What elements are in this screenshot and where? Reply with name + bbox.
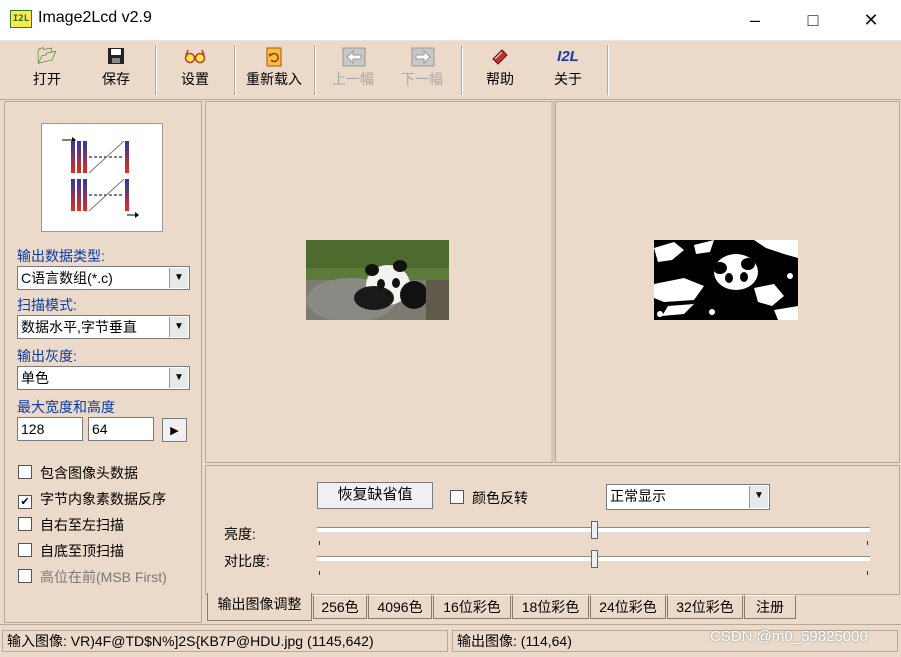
gray-level-value: 单色 (21, 370, 49, 386)
brightness-slider-thumb[interactable] (590, 521, 598, 539)
app-icon: I2L (10, 10, 32, 28)
gray-level-select[interactable]: 单色 ▼ (17, 366, 190, 390)
max-size-label: 最大宽度和高度 (17, 399, 115, 415)
output-type-select[interactable]: C语言数组(*.c) ▼ (17, 266, 190, 290)
tab-output-adjust[interactable]: 输出图像调整 (207, 593, 312, 621)
slider-tick (319, 571, 320, 575)
checkbox-box[interactable] (18, 465, 32, 479)
minimize-button[interactable]: – (726, 0, 784, 40)
tab-256-color[interactable]: 256色 (313, 595, 367, 619)
contrast-label: 对比度: (224, 553, 270, 569)
open-button[interactable]: 📂︎ 打开 (17, 45, 77, 97)
chevron-down-icon[interactable]: ▼ (169, 268, 188, 288)
checkbox-box[interactable] (18, 543, 32, 557)
about-logo-icon: I2L (557, 48, 579, 65)
reload-icon (263, 47, 285, 67)
help-book-icon (489, 47, 511, 67)
right-to-left-label: 自右至左扫描 (40, 517, 124, 533)
reverse-bits-label: 字节内象素数据反序 (40, 491, 166, 507)
right-arrow-icon (411, 47, 435, 67)
msb-first-label: 高位在前(MSB First) (40, 569, 167, 585)
help-button[interactable]: 帮助 (470, 45, 530, 97)
tab-24bit-color[interactable]: 24位彩色 (590, 595, 666, 619)
output-type-label: 输出数据类型: (17, 248, 105, 264)
save-button[interactable]: 保存 (86, 45, 146, 97)
invert-color-checkbox[interactable]: 颜色反转 (450, 488, 528, 508)
brightness-label: 亮度: (224, 526, 256, 542)
tab-4096-color[interactable]: 4096色 (368, 595, 432, 619)
tab-register[interactable]: 注册 (744, 595, 796, 619)
toolbar: 📂︎ 打开 保存 设置 重新载入 上一幅 下一幅 帮助 I2L 关于 (0, 41, 901, 100)
play-arrow-icon: ▶ (170, 425, 179, 437)
tab-18bit-color[interactable]: 18位彩色 (512, 595, 589, 619)
title-bar[interactable]: I2L Image2Lcd v2.9 – □ ✕ (0, 0, 901, 41)
max-height-input[interactable]: 64 (88, 417, 154, 441)
max-width-input[interactable]: 128 (17, 417, 83, 441)
tab-32bit-color[interactable]: 32位彩色 (667, 595, 743, 619)
reload-label: 重新载入 (246, 71, 302, 87)
input-image (306, 240, 449, 322)
next-image-button[interactable]: 下一幅 (392, 45, 452, 97)
chevron-down-icon[interactable]: ▼ (169, 317, 188, 337)
bottom-to-top-label: 自底至顶扫描 (40, 543, 124, 559)
previous-image-button[interactable]: 上一幅 (323, 45, 383, 97)
gray-label: 输出灰度: (17, 348, 77, 364)
help-label: 帮助 (486, 71, 514, 87)
open-folder-icon: 📂︎ (36, 48, 58, 65)
invert-color-label: 颜色反转 (472, 490, 528, 506)
contrast-slider-thumb[interactable] (590, 550, 598, 568)
open-label: 打开 (33, 71, 61, 87)
left-arrow-icon (342, 47, 366, 67)
include-header-label: 包含图像头数据 (40, 465, 138, 481)
checkbox-box[interactable] (18, 517, 32, 531)
next-label: 下一幅 (401, 71, 443, 87)
display-mode-value: 正常显示 (610, 488, 666, 504)
input-image-status: 输入图像: VR)4F@TD$N%]2S{KB7P@HDU.jpg (1145,… (2, 630, 448, 652)
about-label: 关于 (554, 71, 582, 87)
output-type-value: C语言数组(*.c) (21, 270, 113, 286)
about-button[interactable]: I2L 关于 (538, 45, 598, 97)
floppy-disk-icon (105, 47, 127, 67)
right-to-left-checkbox[interactable]: 自右至左扫描 (18, 515, 124, 535)
apply-size-button[interactable]: ▶ (162, 418, 187, 442)
previous-label: 上一幅 (332, 71, 374, 87)
checkbox-box[interactable] (450, 490, 464, 504)
output-image (654, 240, 798, 320)
include-header-checkbox[interactable]: 包含图像头数据 (18, 463, 138, 483)
chevron-down-icon[interactable]: ▼ (169, 368, 188, 388)
window-title: Image2Lcd v2.9 (38, 9, 152, 26)
scan-mode-value: 数据水平,字节垂直 (21, 319, 137, 335)
checkmark-icon[interactable]: ✔ (18, 495, 32, 509)
settings-label: 设置 (181, 71, 209, 87)
scan-mode-select[interactable]: 数据水平,字节垂直 ▼ (17, 315, 190, 339)
scan-mode-diagram (41, 123, 163, 232)
reverse-bits-checkbox[interactable]: ✔ 字节内象素数据反序 (18, 489, 166, 509)
slider-tick (319, 541, 320, 545)
restore-defaults-button[interactable]: 恢复缺省值 (317, 482, 433, 509)
save-label: 保存 (102, 71, 130, 87)
bottom-to-top-checkbox[interactable]: 自底至顶扫描 (18, 541, 124, 561)
close-button[interactable]: ✕ (842, 0, 900, 40)
chevron-down-icon[interactable]: ▼ (749, 486, 768, 508)
tab-16bit-color[interactable]: 16位彩色 (433, 595, 511, 619)
reload-button[interactable]: 重新载入 (239, 45, 309, 97)
slider-tick (867, 571, 868, 575)
slider-tick (867, 541, 868, 545)
maximize-button[interactable]: □ (784, 0, 842, 40)
glasses-icon (184, 47, 206, 67)
watermark: CSDN @m0_59825000 (710, 628, 868, 645)
scan-mode-label: 扫描模式: (17, 297, 77, 313)
msb-first-checkbox[interactable]: 高位在前(MSB First) (18, 567, 167, 587)
display-mode-select[interactable]: 正常显示 ▼ (606, 484, 770, 510)
settings-button[interactable]: 设置 (165, 45, 225, 97)
checkbox-box[interactable] (18, 569, 32, 583)
